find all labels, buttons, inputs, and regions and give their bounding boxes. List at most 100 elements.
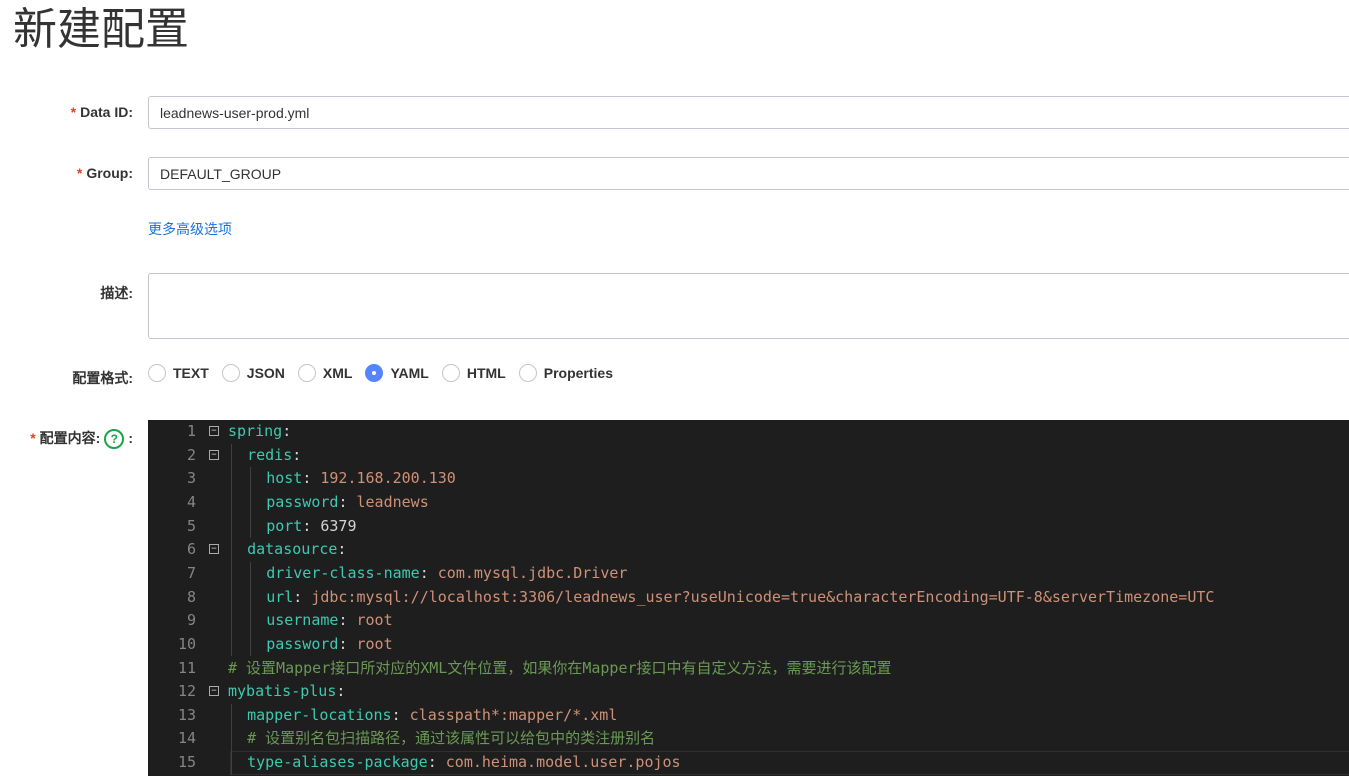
fold-toggle-icon[interactable]: − <box>209 686 219 697</box>
yaml-key: port <box>266 516 303 535</box>
yaml-key: mapper-locations <box>247 705 392 724</box>
code-comment: # 设置Mapper接口所对应的XML文件位置，如果你在Mapper接口中有自定… <box>228 658 892 677</box>
indent-guide <box>231 609 232 633</box>
format-label: 配置格式: <box>72 370 133 386</box>
code-line: 11 # 设置Mapper接口所对应的XML文件位置，如果你在Mapper接口中有… <box>148 657 1349 681</box>
yaml-key: type-aliases-package <box>247 753 428 772</box>
code-line: 13 mapper-locations: classpath*:mapper/*.… <box>148 704 1349 728</box>
description-textarea[interactable] <box>148 273 1349 339</box>
code-line: 15 type-aliases-package: com.heima.model.… <box>148 751 1349 775</box>
help-icon[interactable]: ? <box>104 429 125 450</box>
radio-label: XML <box>322 365 353 381</box>
code-line: 1 − spring: <box>148 420 1349 444</box>
code-line: 5 port: 6379 <box>148 515 1349 539</box>
format-radio-properties[interactable]: Properties <box>518 364 613 382</box>
radio-label: YAML <box>390 365 429 381</box>
line-number: 10 <box>177 634 196 653</box>
indent-guide <box>231 703 232 728</box>
yaml-key: username <box>266 611 339 630</box>
line-number: 8 <box>186 587 196 606</box>
yaml-key: spring <box>228 422 283 440</box>
line-number: 7 <box>186 563 196 582</box>
code-editor[interactable]: 1− spring: 2− redis: 3 host: 192.168.200.130 4… <box>148 420 1349 776</box>
radio-circle[interactable] <box>221 364 240 382</box>
radio-circle[interactable] <box>365 364 384 382</box>
radio-label: TEXT <box>173 365 209 381</box>
format-radio-json[interactable]: JSON <box>221 364 285 382</box>
advanced-options-link[interactable]: 更多高级选项 <box>148 219 232 239</box>
yaml-value: root <box>356 634 393 653</box>
radio-circle[interactable] <box>441 364 460 382</box>
format-radio-html[interactable]: HTML <box>441 364 506 382</box>
indent-guide <box>231 490 232 515</box>
yaml-value: 192.168.200.130 <box>320 469 456 488</box>
fold-toggle-icon[interactable]: − <box>209 426 219 436</box>
code-text: mybatis-plus: <box>228 682 346 701</box>
indent-guide <box>231 632 232 657</box>
code-line: 10 password: root <box>148 633 1349 657</box>
code-comment: # 设置别名包扫描路径，通过该属性可以给包中的类注册别名 <box>247 729 656 748</box>
format-radio-group: TEXT JSON XML YAML HTML Properties <box>148 364 626 382</box>
data-id-label: Data ID: <box>80 104 133 120</box>
indent-guide <box>250 609 252 633</box>
line-number: 2 <box>186 445 196 464</box>
code-text: type-aliases-package: com.heima.model.us… <box>247 753 681 772</box>
radio-circle[interactable] <box>148 364 166 382</box>
format-radio-xml[interactable]: XML <box>297 364 353 382</box>
radio-circle[interactable] <box>297 364 316 382</box>
page-title: 新建配置 <box>13 5 189 54</box>
radio-circle[interactable] <box>518 364 537 382</box>
radio-label: JSON <box>246 365 285 381</box>
fold-toggle-icon[interactable]: − <box>209 449 219 460</box>
indent-guide <box>231 561 232 586</box>
line-number: 9 <box>186 611 196 630</box>
code-line: 2 − redis: <box>148 444 1349 468</box>
yaml-value: com.mysql.jdbc.Driver <box>437 563 628 582</box>
line-number: 13 <box>177 705 196 724</box>
format-radio-text[interactable]: TEXT <box>148 364 209 382</box>
code-line: 8 url: jdbc:mysql://localhost:3306/leadne… <box>148 586 1349 610</box>
content-label: 配置内容: <box>39 430 101 446</box>
indent-guide <box>231 467 232 491</box>
line-number: 15 <box>177 753 196 772</box>
code-text: password: root <box>266 634 393 653</box>
data-id-input[interactable] <box>148 96 1349 129</box>
group-input[interactable] <box>148 157 1349 190</box>
code-line: 9 username: root <box>148 609 1349 633</box>
code-text: url: jdbc:mysql://localhost:3306/leadnew… <box>266 587 1215 606</box>
yaml-value: jdbc:mysql://localhost:3306/leadnews_use… <box>311 587 1215 606</box>
indent-guide <box>231 585 232 610</box>
yaml-key: password <box>266 634 339 653</box>
line-number: 3 <box>186 469 196 488</box>
yaml-key: redis <box>247 445 293 464</box>
line-number: 11 <box>177 658 196 677</box>
group-label: Group: <box>86 165 133 181</box>
radio-label: Properties <box>543 365 613 381</box>
indent-guide <box>231 443 232 468</box>
line-number: 12 <box>177 682 196 701</box>
yaml-key: password <box>266 492 339 511</box>
line-number: 5 <box>186 516 196 535</box>
code-text: username: root <box>266 611 393 630</box>
code-text: password: leadnews <box>266 492 429 511</box>
yaml-value: classpath*:mapper/*.xml <box>409 705 618 724</box>
fold-toggle-icon[interactable]: − <box>209 544 219 555</box>
code-text: redis: <box>247 445 302 464</box>
code-text: # 设置Mapper接口所对应的XML文件位置，如果你在Mapper接口中有自定… <box>228 657 892 681</box>
yaml-key: driver-class-name <box>266 563 420 582</box>
yaml-key: datasource <box>247 540 338 559</box>
line-number: 14 <box>177 729 196 748</box>
yaml-value: leadnews <box>356 492 429 511</box>
line-number: 1 <box>186 422 196 440</box>
code-text: host: 192.168.200.130 <box>266 469 456 488</box>
yaml-value: 6379 <box>320 516 357 535</box>
code-line: 3 host: 192.168.200.130 <box>148 467 1349 491</box>
code-text: driver-class-name: com.mysql.jdbc.Driver <box>266 563 628 582</box>
yaml-value: root <box>356 611 393 630</box>
code-line: 14 # 设置别名包扫描路径，通过该属性可以给包中的类注册别名 <box>148 727 1349 751</box>
indent-guide <box>231 514 232 539</box>
format-radio-yaml[interactable]: YAML <box>365 364 429 382</box>
code-line: 12 − mybatis-plus: <box>148 680 1349 704</box>
code-text: mapper-locations: classpath*:mapper/*.xm… <box>247 705 618 724</box>
indent-guide <box>250 514 252 539</box>
